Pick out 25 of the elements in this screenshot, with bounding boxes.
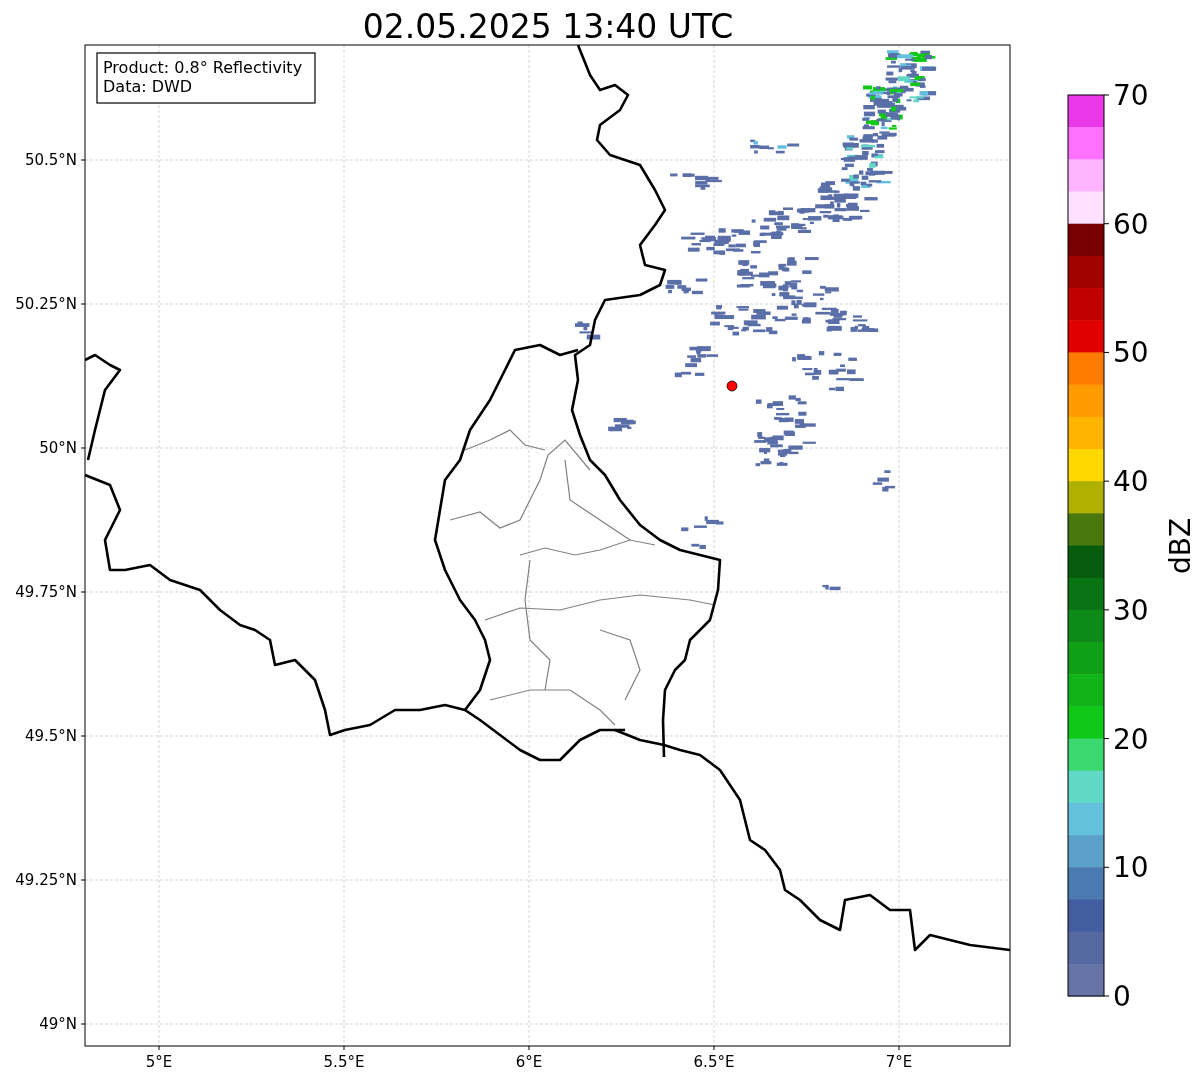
x-tick-label: 6°E xyxy=(515,1053,543,1071)
legend-text: Data: DWD xyxy=(103,77,193,96)
colorbar-tick-label: 60 xyxy=(1113,207,1149,241)
y-tick-label: 49.75°N xyxy=(15,583,77,601)
y-tick-label: 50.5°N xyxy=(24,151,77,169)
y-tick-label: 49.5°N xyxy=(24,727,77,745)
colorbar-tick-label: 50 xyxy=(1113,336,1149,370)
y-tick-label: 49°N xyxy=(39,1015,77,1033)
y-tick-label: 49.25°N xyxy=(15,871,77,889)
x-tick-label: 5°E xyxy=(145,1053,173,1071)
chart-title: 02.05.2025 13:40 UTC xyxy=(362,7,734,46)
x-tick-label: 5.5°E xyxy=(323,1053,365,1071)
x-tick-label: 7°E xyxy=(885,1053,913,1071)
colorbar-label: dBZ xyxy=(1164,517,1197,575)
colorbar-tick-label: 40 xyxy=(1113,465,1149,499)
colorbar-tick-label: 10 xyxy=(1113,851,1149,885)
y-tick-label: 50°N xyxy=(39,439,77,457)
colorbar-tick-label: 0 xyxy=(1113,980,1131,1013)
colorbar-tick-label: 70 xyxy=(1113,79,1149,112)
radar-site-marker xyxy=(726,380,738,392)
colorbar-tick-label: 30 xyxy=(1113,593,1149,627)
x-tick-label: 6.5°E xyxy=(693,1053,735,1071)
legend-text: Product: 0.8° Reflectivity xyxy=(103,58,303,77)
colorbar-tick-label: 20 xyxy=(1113,722,1149,756)
y-tick-label: 50.25°N xyxy=(15,295,77,313)
